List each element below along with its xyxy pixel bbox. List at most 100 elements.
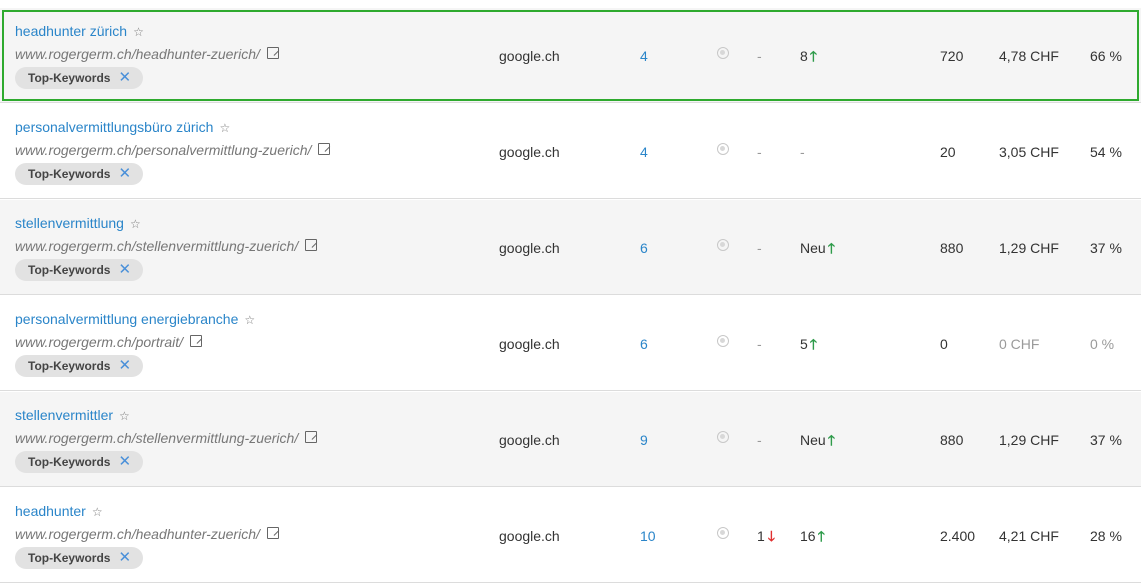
close-icon[interactable]: ✕ <box>118 549 131 566</box>
competition-value: 66 % <box>1090 48 1122 64</box>
url-text: www.rogergerm.ch/headhunter-zuerich/ <box>15 525 279 543</box>
url-label: www.rogergerm.ch/portrait/ <box>15 334 184 350</box>
url-text: www.rogergerm.ch/stellenvermittlung-zuer… <box>15 237 318 255</box>
position-link[interactable]: 6 <box>640 335 648 353</box>
globe-icon <box>717 47 729 59</box>
star-icon[interactable]: ☆ <box>130 217 141 231</box>
best-value: 16 <box>800 528 816 544</box>
best-value: Neu <box>800 240 826 256</box>
star-icon[interactable]: ☆ <box>219 121 230 135</box>
position-link[interactable]: 9 <box>640 431 648 449</box>
tag-chip: Top-Keywords ✕ <box>15 67 144 89</box>
position-link[interactable]: 6 <box>640 239 648 257</box>
keyword-table: headhunter zürich ☆ www.rogergerm.ch/head… <box>0 0 1141 588</box>
external-link-icon[interactable] <box>190 335 203 347</box>
close-icon[interactable]: ✕ <box>118 69 131 86</box>
table-row[interactable]: stellenvermittler ☆ www.rogergerm.ch/stel… <box>0 392 1141 487</box>
close-icon[interactable]: ✕ <box>118 165 131 182</box>
close-icon[interactable]: ✕ <box>118 453 131 470</box>
tag-chip: Top-Keywords ✕ <box>15 451 144 473</box>
table-row[interactable]: headhunter zürich ☆ www.rogergerm.ch/head… <box>0 8 1141 103</box>
cpc-value: 1,29 CHF <box>999 432 1059 448</box>
table-row[interactable]: headhunter ☆ www.rogergerm.ch/headhunter-… <box>0 488 1141 583</box>
best-position: 8 🡑 <box>800 47 817 65</box>
competition-value: 0 % <box>1090 336 1115 352</box>
url-text: www.rogergerm.ch/portrait/ <box>15 333 203 351</box>
competition-value: 54 % <box>1090 144 1122 160</box>
star-icon[interactable]: ☆ <box>92 505 103 519</box>
arrow-up-icon: 🡑 <box>827 240 835 256</box>
keyword-link[interactable]: stellenvermittler ☆ <box>15 406 130 425</box>
tag-label: Top-Keywords <box>28 167 111 181</box>
best-value: 5 <box>800 336 808 352</box>
star-icon[interactable]: ☆ <box>133 25 144 39</box>
close-icon[interactable]: ✕ <box>118 357 131 374</box>
external-link-icon[interactable] <box>318 143 331 155</box>
keyword-text[interactable]: headhunter <box>15 503 86 519</box>
change-value: 1 <box>757 528 765 544</box>
url-label: www.rogergerm.ch/stellenvermittlung-zuer… <box>15 430 299 446</box>
position-link[interactable]: 10 <box>640 527 656 545</box>
globe-icon <box>717 335 729 347</box>
arrow-up-icon: 🡑 <box>827 432 835 448</box>
position-change: - <box>757 144 762 160</box>
cpc-value: 4,78 CHF <box>999 48 1059 64</box>
arrow-down-icon: 🡓 <box>767 528 776 544</box>
tag-chip: Top-Keywords ✕ <box>15 259 144 281</box>
tag-label: Top-Keywords <box>28 359 111 373</box>
best-position: Neu 🡑 <box>800 431 835 449</box>
search-engine: google.ch <box>499 336 560 352</box>
close-icon[interactable]: ✕ <box>118 261 131 278</box>
keyword-text[interactable]: personalvermittlung energiebranche <box>15 311 238 327</box>
keyword-link[interactable]: stellenvermittlung ☆ <box>15 214 141 233</box>
tag-label: Top-Keywords <box>28 551 111 565</box>
external-link-icon[interactable] <box>305 239 318 251</box>
globe-icon <box>717 239 729 251</box>
tag-chip: Top-Keywords ✕ <box>15 355 144 377</box>
search-engine: google.ch <box>499 432 560 448</box>
url-text: www.rogergerm.ch/personalvermittlung-zue… <box>15 141 331 159</box>
url-label: www.rogergerm.ch/stellenvermittlung-zuer… <box>15 238 299 254</box>
position-change: - <box>757 48 762 64</box>
external-link-icon[interactable] <box>266 527 279 539</box>
best-value: Neu <box>800 432 826 448</box>
tag-label: Top-Keywords <box>28 455 111 469</box>
table-row[interactable]: personalvermittlungsbüro zürich ☆ www.rog… <box>0 104 1141 199</box>
keyword-text[interactable]: stellenvermittler <box>15 407 113 423</box>
best-value: 8 <box>800 48 808 64</box>
star-icon[interactable]: ☆ <box>119 409 130 423</box>
external-link-icon[interactable] <box>266 47 279 59</box>
keyword-text[interactable]: personalvermittlungsbüro zürich <box>15 119 213 135</box>
star-icon[interactable]: ☆ <box>244 313 255 327</box>
keyword-text[interactable]: stellenvermittlung <box>15 215 124 231</box>
url-label: www.rogergerm.ch/personalvermittlung-zue… <box>15 142 312 158</box>
best-position: - <box>800 144 805 160</box>
cpc-value: 4,21 CHF <box>999 528 1059 544</box>
keyword-text[interactable]: headhunter zürich <box>15 23 127 39</box>
keyword-link[interactable]: headhunter ☆ <box>15 502 103 521</box>
keyword-link[interactable]: personalvermittlung energiebranche ☆ <box>15 310 255 329</box>
position-change: 1 🡓 <box>757 527 775 545</box>
position-change: - <box>757 432 762 448</box>
url-label: www.rogergerm.ch/headhunter-zuerich/ <box>15 46 260 62</box>
cpc-value: 3,05 CHF <box>999 144 1059 160</box>
position-change: - <box>757 336 762 352</box>
position-change: - <box>757 240 762 256</box>
search-engine: google.ch <box>499 240 560 256</box>
external-link-icon[interactable] <box>305 431 318 443</box>
table-row[interactable]: stellenvermittlung ☆ www.rogergerm.ch/ste… <box>0 200 1141 295</box>
position-link[interactable]: 4 <box>640 143 648 161</box>
keyword-link[interactable]: personalvermittlungsbüro zürich ☆ <box>15 118 230 137</box>
search-volume: 880 <box>940 240 964 256</box>
position-link[interactable]: 4 <box>640 47 648 65</box>
url-label: www.rogergerm.ch/headhunter-zuerich/ <box>15 526 260 542</box>
search-volume: 2.400 <box>940 528 976 544</box>
competition-value: 37 % <box>1090 240 1122 256</box>
search-volume: 0 <box>940 336 948 352</box>
tag-label: Top-Keywords <box>28 71 111 85</box>
globe-icon <box>717 431 729 443</box>
table-row[interactable]: personalvermittlung energiebranche ☆ www.… <box>0 296 1141 391</box>
search-volume: 880 <box>940 432 964 448</box>
cpc-value: 0 CHF <box>999 336 1040 352</box>
keyword-link[interactable]: headhunter zürich ☆ <box>15 22 144 41</box>
